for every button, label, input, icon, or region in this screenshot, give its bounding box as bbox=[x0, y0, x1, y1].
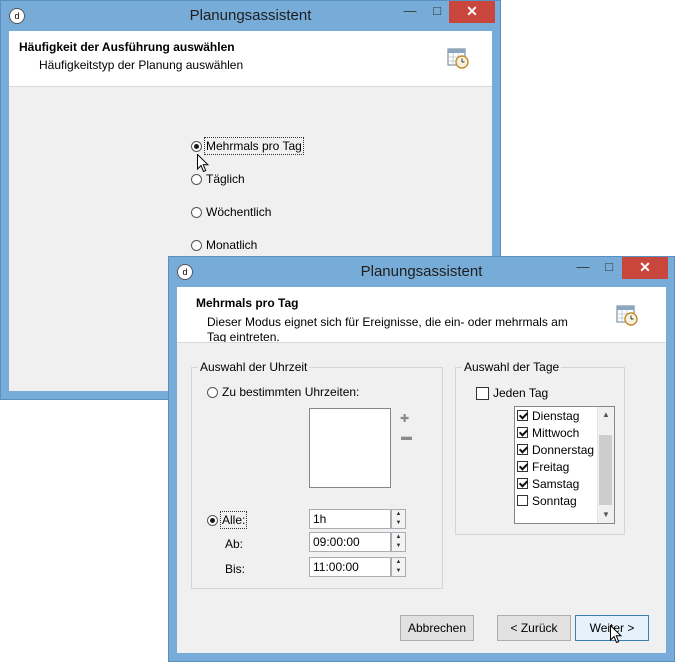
list-item[interactable]: Donnerstag bbox=[517, 441, 594, 458]
maximize-icon[interactable]: □ bbox=[595, 257, 623, 279]
until-label: Bis: bbox=[225, 562, 246, 576]
option-every[interactable]: Alle: bbox=[207, 511, 248, 529]
wizard-header: Häufigkeit der Ausführung auswählen Häuf… bbox=[9, 31, 492, 87]
from-label: Ab: bbox=[225, 537, 244, 551]
option-label: Täglich bbox=[206, 172, 245, 186]
remove-icon[interactable]: ▬ bbox=[401, 431, 412, 443]
close-icon[interactable]: ✕ bbox=[449, 1, 495, 23]
days-selection-group: Auswahl der Tage Jeden Tag Dienstag Mitt… bbox=[455, 360, 625, 535]
header-title: Mehrmals pro Tag bbox=[196, 296, 299, 310]
list-item[interactable]: Mittwoch bbox=[517, 424, 579, 441]
option-label: Wöchentlich bbox=[206, 205, 272, 219]
every-input[interactable]: 1h bbox=[309, 509, 391, 529]
title-bar[interactable]: d Planungsassistent — □ ✕ bbox=[1, 1, 500, 31]
back-button[interactable]: < Zurück bbox=[497, 615, 571, 641]
days-list[interactable]: Dienstag Mittwoch Donnerstag Freitag Sam… bbox=[514, 406, 615, 524]
day-label: Sonntag bbox=[532, 493, 577, 508]
header-title: Häufigkeit der Ausführung auswählen bbox=[19, 40, 235, 54]
day-checkbox[interactable] bbox=[517, 410, 528, 421]
chevron-down-icon[interactable]: ▼ bbox=[392, 542, 405, 551]
wizard-client: Mehrmals pro Tag Dieser Modus eignet sic… bbox=[177, 287, 666, 653]
specific-times-label: Zu bestimmten Uhrzeiten: bbox=[222, 385, 360, 399]
every-label: Alle: bbox=[219, 511, 248, 529]
minimize-icon[interactable]: — bbox=[396, 1, 424, 23]
day-label: Freitag bbox=[532, 459, 570, 474]
day-label: Donnerstag bbox=[532, 442, 595, 457]
option-mehrmals[interactable]: Mehrmals pro Tag bbox=[191, 137, 304, 155]
mouse-cursor-icon bbox=[197, 154, 209, 173]
chevron-up-icon[interactable]: ▲ bbox=[392, 533, 405, 542]
header-subtitle-line1: Dieser Modus eignet sich für Ereignisse,… bbox=[207, 315, 568, 329]
list-item[interactable]: Freitag bbox=[517, 458, 569, 475]
until-stepper[interactable]: ▲ ▼ bbox=[391, 557, 406, 577]
chevron-up-icon[interactable]: ▲ bbox=[598, 407, 614, 423]
day-label: Mittwoch bbox=[532, 425, 580, 440]
every-day-checkbox[interactable] bbox=[476, 386, 489, 400]
radio-taeglich[interactable] bbox=[191, 173, 202, 185]
cancel-button[interactable]: Abbrechen bbox=[400, 615, 474, 641]
day-label: Samstag bbox=[532, 476, 580, 491]
chevron-down-icon[interactable]: ▼ bbox=[392, 567, 405, 576]
until-input[interactable]: 11:00:00 bbox=[309, 557, 391, 577]
option-specific-times[interactable]: Zu bestimmten Uhrzeiten: bbox=[207, 385, 359, 399]
from-input[interactable]: 09:00:00 bbox=[309, 532, 391, 552]
option-label: Mehrmals pro Tag bbox=[204, 137, 304, 155]
mouse-cursor-icon bbox=[610, 625, 622, 644]
add-icon[interactable]: ✚ bbox=[400, 412, 409, 425]
radio-monatlich[interactable] bbox=[191, 239, 202, 251]
day-checkbox[interactable] bbox=[517, 427, 528, 438]
chevron-down-icon[interactable]: ▼ bbox=[598, 507, 614, 523]
day-checkbox[interactable] bbox=[517, 461, 528, 472]
option-taeglich[interactable]: Täglich bbox=[191, 172, 245, 186]
calendar-clock-icon bbox=[616, 305, 638, 326]
list-item[interactable]: Samstag bbox=[517, 475, 579, 492]
time-group-legend: Auswahl der Uhrzeit bbox=[198, 360, 310, 374]
time-selection-group: Auswahl der Uhrzeit Zu bestimmten Uhrzei… bbox=[191, 360, 443, 589]
every-day-option[interactable]: Jeden Tag bbox=[476, 386, 548, 400]
specific-times-list[interactable] bbox=[309, 408, 391, 488]
radio-mehrmals[interactable] bbox=[191, 140, 202, 152]
every-day-label: Jeden Tag bbox=[493, 386, 549, 400]
wizard-window-multiple-per-day: d Planungsassistent — □ ✕ Mehrmals pro T… bbox=[168, 256, 675, 662]
day-checkbox[interactable] bbox=[517, 444, 528, 455]
days-group-legend: Auswahl der Tage bbox=[462, 360, 562, 374]
header-subtitle: Häufigkeitstyp der Planung auswählen bbox=[39, 58, 244, 72]
days-scrollbar[interactable]: ▲ ▼ bbox=[597, 407, 614, 523]
chevron-up-icon[interactable]: ▲ bbox=[392, 510, 405, 519]
wizard-header: Mehrmals pro Tag Dieser Modus eignet sic… bbox=[177, 287, 666, 343]
header-subtitle-line2: Tag eintreten. bbox=[207, 330, 280, 342]
list-item[interactable]: Dienstag bbox=[517, 407, 579, 424]
chevron-down-icon[interactable]: ▼ bbox=[392, 519, 405, 528]
radio-woechentlich[interactable] bbox=[191, 206, 202, 218]
calendar-clock-icon bbox=[447, 48, 469, 69]
day-label: Dienstag bbox=[532, 408, 580, 423]
option-woechentlich[interactable]: Wöchentlich bbox=[191, 205, 271, 219]
scrollbar-thumb[interactable] bbox=[599, 435, 612, 505]
radio-every[interactable] bbox=[207, 514, 218, 526]
every-stepper[interactable]: ▲ ▼ bbox=[391, 509, 406, 529]
from-stepper[interactable]: ▲ ▼ bbox=[391, 532, 406, 552]
day-checkbox[interactable] bbox=[517, 495, 528, 506]
day-checkbox[interactable] bbox=[517, 478, 528, 489]
title-bar[interactable]: d Planungsassistent — □ ✕ bbox=[169, 257, 674, 287]
option-label: Monatlich bbox=[206, 238, 258, 252]
option-monatlich[interactable]: Monatlich bbox=[191, 238, 257, 252]
maximize-icon[interactable]: □ bbox=[423, 1, 451, 23]
list-item[interactable]: Sonntag bbox=[517, 492, 577, 509]
minimize-icon[interactable]: — bbox=[569, 257, 597, 279]
close-icon[interactable]: ✕ bbox=[622, 257, 668, 279]
chevron-up-icon[interactable]: ▲ bbox=[392, 558, 405, 567]
radio-specific-times[interactable] bbox=[207, 386, 218, 398]
